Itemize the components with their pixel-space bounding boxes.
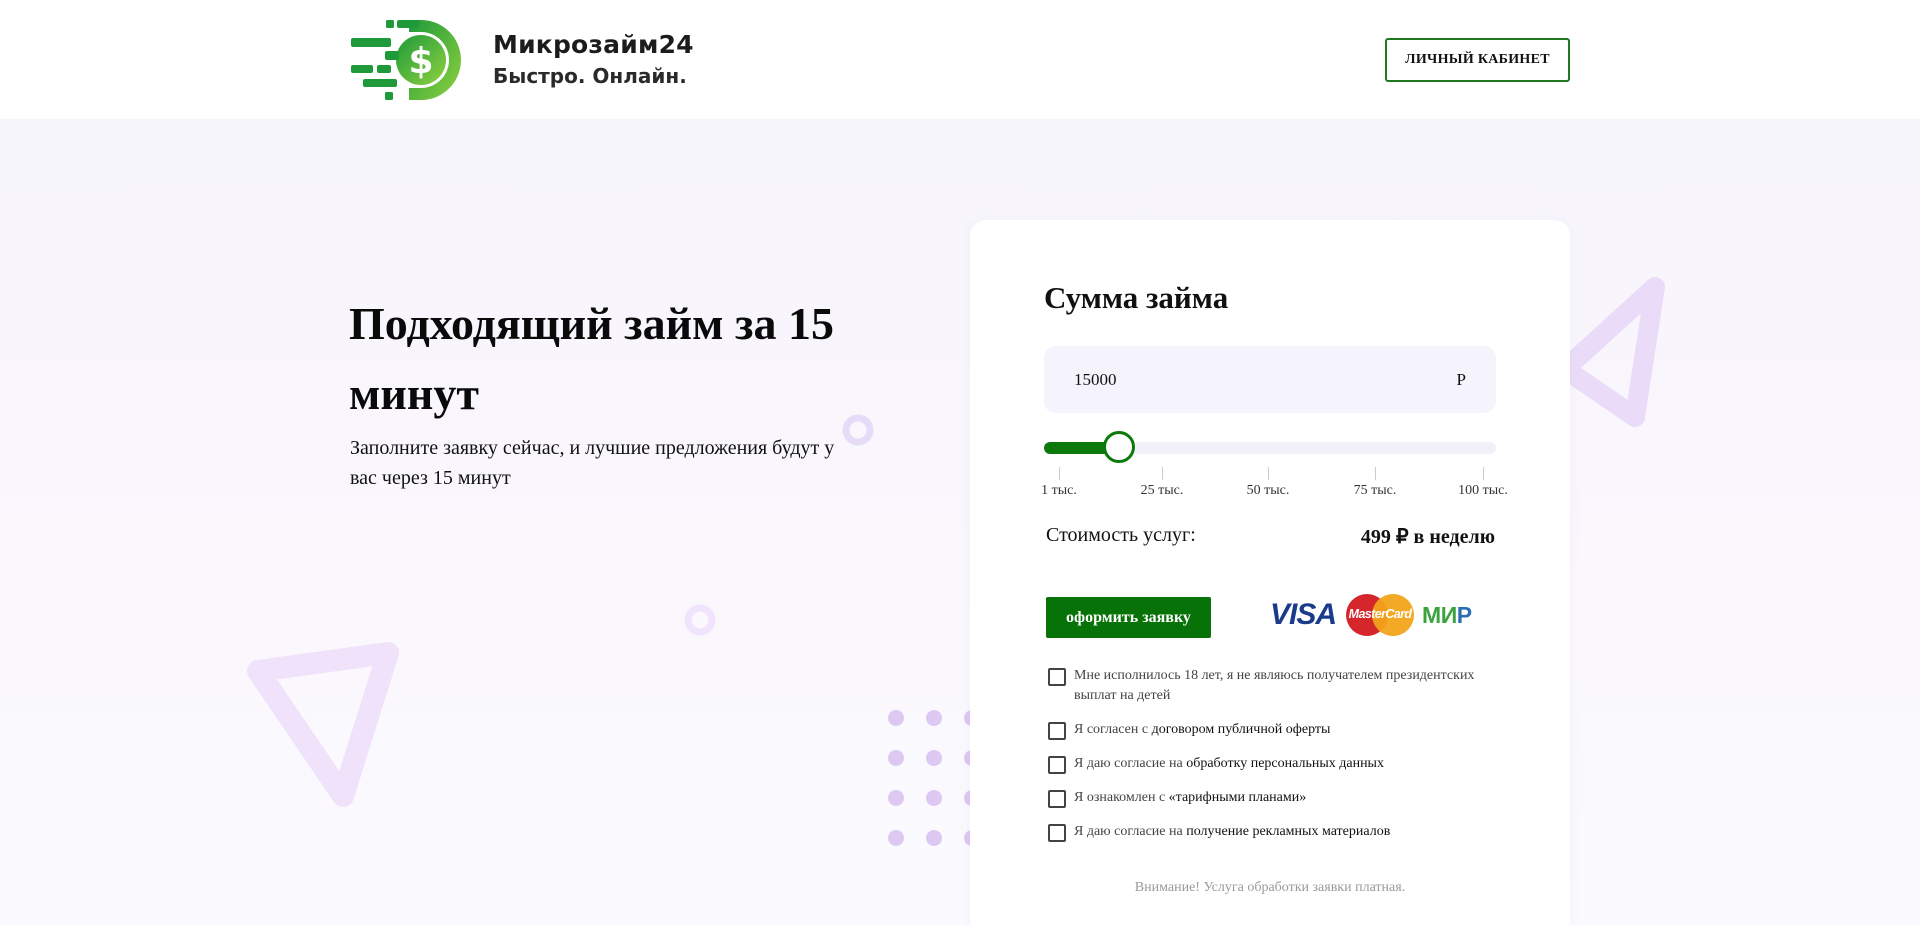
hero-subtext: Заполните заявку сейчас, и лучшие предло… xyxy=(350,437,835,489)
brand-logo[interactable]: $ Микрозайм24 Быстро. Онлайн. xyxy=(349,18,694,102)
visa-logo: VISA xyxy=(1270,598,1337,631)
loan-form-card: Сумма займа Р 1 тыс. 25 тыс. 50 тыс. 75 … xyxy=(970,220,1570,925)
consent-checkboxes: Мне исполнилось 18 лет, я не являюсь пол… xyxy=(1048,666,1508,856)
consent-tariffs[interactable]: Я ознакомлен с «тарифными планами» xyxy=(1048,788,1508,808)
slider-tick xyxy=(1268,467,1269,480)
slider-thumb[interactable] xyxy=(1103,431,1135,463)
payment-logos: VISA MasterCard МИР xyxy=(1270,594,1472,636)
slider-tick-label: 50 тыс. xyxy=(1246,483,1290,498)
brand-title: Микрозайм24 xyxy=(493,30,694,59)
consent-text: Я даю согласие на обработку персональных… xyxy=(1074,756,1384,771)
decor-dots xyxy=(888,710,980,846)
slider-tick xyxy=(1375,467,1376,480)
paid-service-warning: Внимание! Услуга обработки заявки платна… xyxy=(1134,880,1406,895)
service-cost-value: 499 ₽ в неделю xyxy=(1360,526,1495,548)
personal-cabinet-button[interactable]: ЛИЧНЫЙ КАБИНЕТ xyxy=(1385,38,1570,82)
brand-text: Микрозайм24 Быстро. Онлайн. xyxy=(493,29,694,91)
consent-age[interactable]: Мне исполнилось 18 лет, я не являюсь пол… xyxy=(1048,666,1508,706)
service-cost-label: Стоимость услуг: xyxy=(1046,524,1196,546)
consent-text: Мне исполнилось 18 лет, я не являюсь пол… xyxy=(1074,668,1475,703)
apply-button[interactable]: оформить заявку xyxy=(1046,597,1211,638)
hero-section: Подходящий займ за 15 минут Заполните за… xyxy=(0,119,1920,925)
checkbox[interactable] xyxy=(1048,668,1066,686)
brand-subtitle: Быстро. Онлайн. xyxy=(493,64,687,88)
mir-logo: МИР xyxy=(1422,601,1472,628)
loan-amount-title: Сумма займа xyxy=(1044,280,1229,315)
personal-data-link[interactable]: обработку персональных данных xyxy=(1186,756,1384,771)
checkbox[interactable] xyxy=(1048,790,1066,808)
currency-symbol: Р xyxy=(1456,369,1466,389)
checkbox[interactable] xyxy=(1048,756,1066,774)
mastercard-text: MasterCard xyxy=(1348,607,1412,621)
slider-tick xyxy=(1059,467,1060,480)
slider-tick-label: 75 тыс. xyxy=(1353,483,1397,498)
consent-text: Я ознакомлен с «тарифными планами» xyxy=(1074,790,1307,805)
checkbox[interactable] xyxy=(1048,722,1066,740)
advertising-link[interactable]: получение рекламных материалов xyxy=(1186,824,1390,839)
tariffs-link[interactable]: «тарифными планами» xyxy=(1169,790,1307,805)
slider-tick-label: 1 тыс. xyxy=(1041,483,1077,498)
consent-text: Я даю согласие на получение рекламных ма… xyxy=(1074,824,1391,839)
slider-tick-label: 100 тыс. xyxy=(1458,483,1508,498)
consent-offer[interactable]: Я согласен с договором публичной оферты xyxy=(1048,720,1508,740)
checkbox[interactable] xyxy=(1048,824,1066,842)
svg-text:$: $ xyxy=(408,41,433,82)
decor-ring-bottom xyxy=(684,604,716,636)
consent-text: Я согласен с договором публичной оферты xyxy=(1074,722,1331,737)
slider-tick xyxy=(1162,467,1163,480)
offer-link[interactable]: договором публичной оферты xyxy=(1152,722,1331,737)
dollar-coin-speed-icon: $ xyxy=(349,18,479,102)
loan-amount-field[interactable]: Р xyxy=(1044,346,1496,413)
hero-headline: Подходящий займ за 15 минут xyxy=(349,298,834,419)
slider-tick xyxy=(1483,467,1484,480)
slider-tick-label: 25 тыс. xyxy=(1140,483,1184,498)
consent-personal-data[interactable]: Я даю согласие на обработку персональных… xyxy=(1048,754,1508,774)
decor-triangle-left xyxy=(247,642,399,807)
loan-amount-input[interactable] xyxy=(1074,369,1374,390)
site-header: $ Микрозайм24 Быстро. Онлайн. ЛИЧНЫЙ КАБ… xyxy=(0,0,1920,119)
decor-triangle-right xyxy=(1555,277,1665,427)
loan-amount-slider[interactable] xyxy=(1044,431,1496,463)
mastercard-logo: MasterCard xyxy=(1346,594,1415,636)
consent-advertising[interactable]: Я даю согласие на получение рекламных ма… xyxy=(1048,822,1508,842)
